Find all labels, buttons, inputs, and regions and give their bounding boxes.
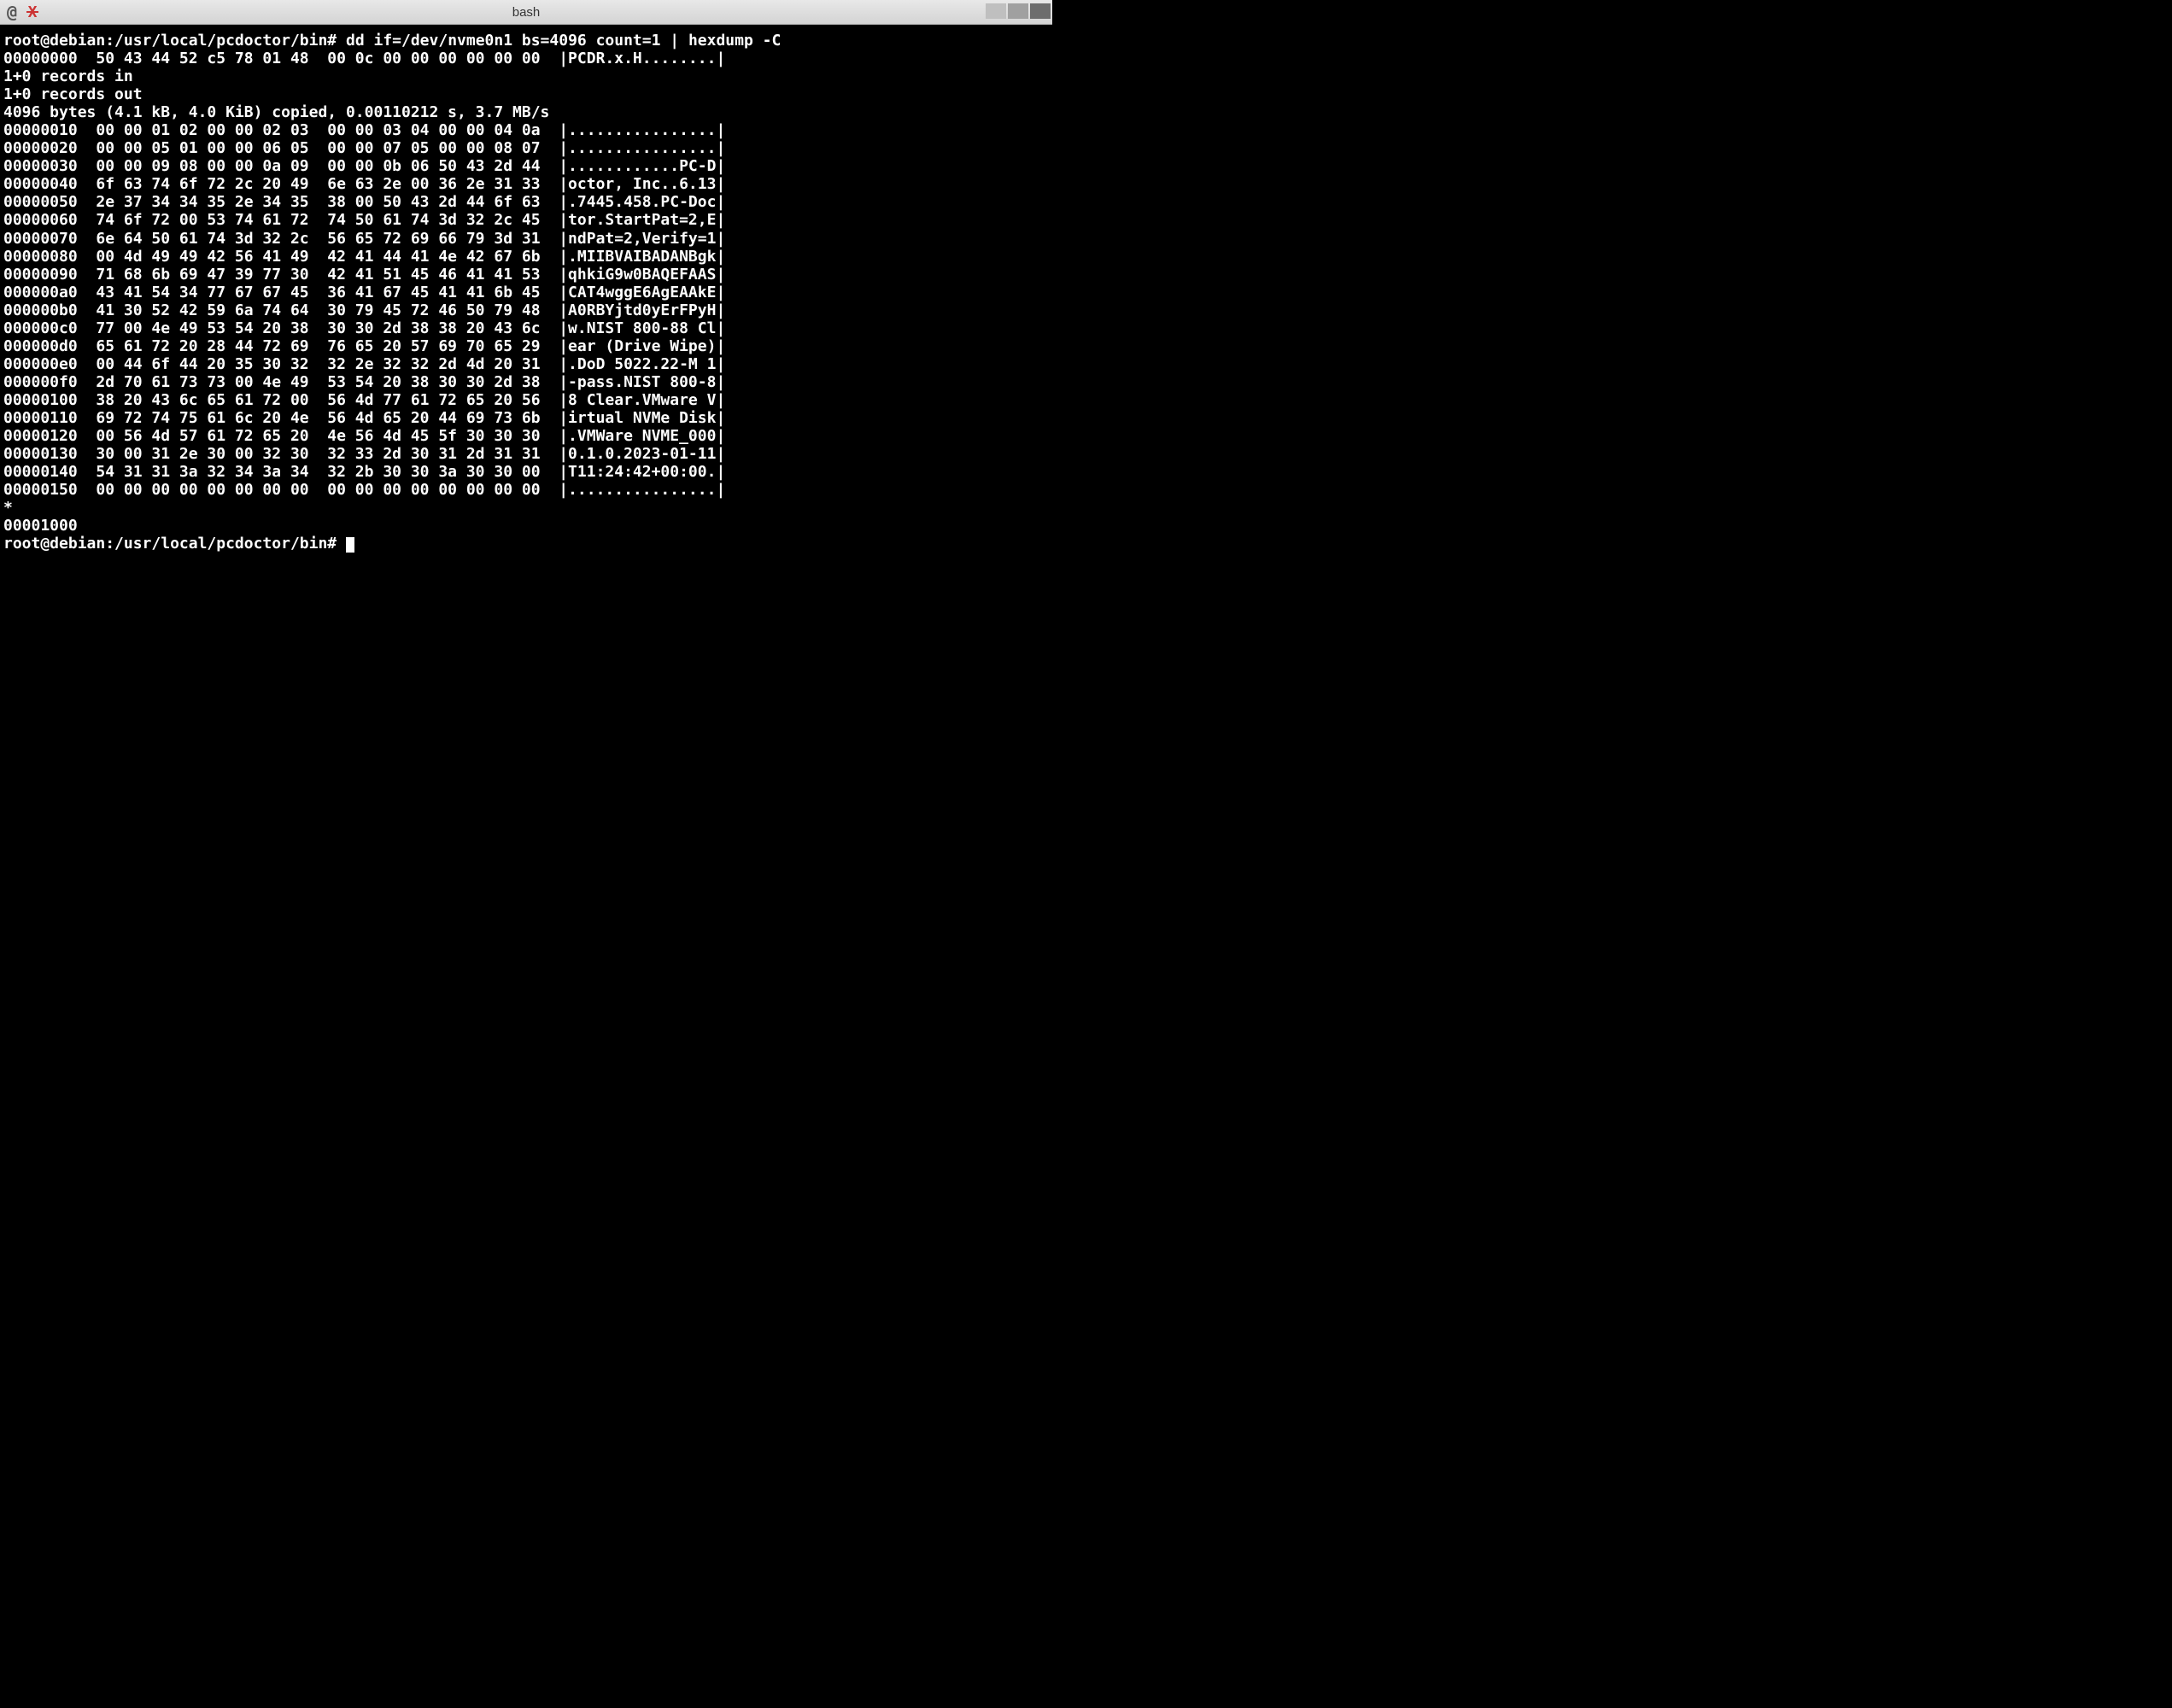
hex-line: 00000110 69 72 74 75 61 6c 20 4e 56 4d 6… [3, 409, 725, 427]
window-titlebar: @ X bash [0, 0, 1052, 25]
hex-line: 00000010 00 00 01 02 00 00 02 03 00 00 0… [3, 121, 725, 139]
hex-tail: * [3, 499, 13, 517]
hex-line: 00000000 50 43 44 52 c5 78 01 48 00 0c 0… [3, 50, 725, 67]
hex-line: 000000c0 77 00 4e 49 53 54 20 38 30 30 2… [3, 319, 725, 337]
prompt: root@debian:/usr/local/pcdoctor/bin# [3, 32, 337, 50]
hex-line: 000000b0 41 30 52 42 59 6a 74 64 30 79 4… [3, 301, 725, 319]
window-controls [986, 3, 1051, 19]
hex-line: 00000080 00 4d 49 49 42 56 41 49 42 41 4… [3, 248, 725, 266]
dd-status-line: 1+0 records in [3, 67, 133, 85]
hex-line: 000000a0 43 41 54 34 77 67 67 45 36 41 6… [3, 284, 725, 301]
cursor [346, 537, 354, 553]
hex-line: 00000050 2e 37 34 34 35 2e 34 35 38 00 5… [3, 193, 725, 211]
hex-line: 000000e0 00 44 6f 44 20 35 30 32 32 2e 3… [3, 355, 725, 373]
hex-line: 00000040 6f 63 74 6f 72 2c 20 49 6e 63 2… [3, 175, 725, 193]
hex-line: 00000030 00 00 09 08 00 00 0a 09 00 00 0… [3, 157, 725, 175]
close-button[interactable] [1030, 3, 1051, 19]
hex-line: 00000020 00 00 05 01 00 00 06 05 00 00 0… [3, 139, 725, 157]
hex-line: 00000120 00 56 4d 57 61 72 65 20 4e 56 4… [3, 427, 725, 445]
hex-line: 00000150 00 00 00 00 00 00 00 00 00 00 0… [3, 481, 725, 499]
dd-status-line: 1+0 records out [3, 85, 143, 103]
minimize-button[interactable] [986, 3, 1006, 19]
hex-line: 00000140 54 31 31 3a 32 34 3a 34 32 2b 3… [3, 463, 725, 481]
hex-line: 000000f0 2d 70 61 73 73 00 4e 49 53 54 2… [3, 373, 725, 391]
command-text: dd if=/dev/nvme0n1 bs=4096 count=1 | hex… [346, 32, 781, 50]
hex-line: 00000060 74 6f 72 00 53 74 61 72 74 50 6… [3, 211, 725, 229]
hex-line: 00000130 30 00 31 2e 30 00 32 30 32 33 2… [3, 445, 725, 463]
hex-line: 000000d0 65 61 72 20 28 44 72 69 76 65 2… [3, 337, 725, 355]
maximize-button[interactable] [1008, 3, 1028, 19]
hex-line: 00000100 38 20 43 6c 65 61 72 00 56 4d 7… [3, 391, 725, 409]
dd-status-line: 4096 bytes (4.1 kB, 4.0 KiB) copied, 0.0… [3, 103, 549, 121]
hex-line: 00000070 6e 64 50 61 74 3d 32 2c 56 65 7… [3, 230, 725, 248]
hex-tail: 00001000 [3, 517, 78, 535]
terminal-area[interactable]: root@debian:/usr/local/pcdoctor/bin# dd … [0, 25, 1052, 556]
hex-line: 00000090 71 68 6b 69 47 39 77 30 42 41 5… [3, 266, 725, 284]
prompt: root@debian:/usr/local/pcdoctor/bin# [3, 535, 337, 553]
window-title: bash [0, 5, 1052, 20]
